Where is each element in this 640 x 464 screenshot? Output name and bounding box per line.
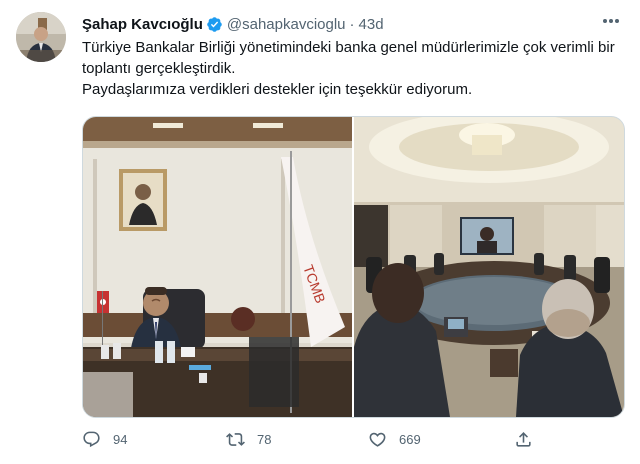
retweet-count: 78 [257, 431, 272, 447]
tweet-photo-meeting[interactable]: TCMB [83, 117, 352, 417]
tweet-media: TCMB [82, 116, 625, 418]
retweet-icon [226, 432, 245, 446]
retweet-button[interactable]: 78 [226, 428, 271, 450]
tweet-text: Türkiye Bankalar Birliği yönetimindeki b… [82, 37, 627, 100]
avatar-image [16, 12, 66, 62]
tweet-card[interactable]: Şahap Kavcıoğlu @sahapkavcioglu · 43d Tü… [0, 0, 640, 464]
tweet-text-line: Paydaşlarımıza verdikleri destekler için… [82, 81, 473, 98]
tweet-text-line: Türkiye Bankalar Birliği yönetimindeki b… [82, 39, 615, 77]
like-count: 669 [399, 431, 421, 447]
like-icon [369, 432, 386, 447]
tweet-photo-conference-room[interactable] [354, 117, 624, 417]
tweet-timestamp[interactable]: 43d [359, 16, 384, 33]
avatar[interactable] [16, 12, 66, 62]
more-options-icon[interactable] [600, 12, 622, 30]
author-handle[interactable]: @sahapkavcioglu [227, 16, 346, 33]
reply-button[interactable]: 94 [82, 428, 127, 450]
share-icon [516, 431, 531, 447]
tweet-actions: 94 78 669 [82, 428, 542, 450]
reply-icon [83, 431, 100, 447]
verified-badge-icon [207, 16, 222, 32]
tweet-header: Şahap Kavcıoğlu @sahapkavcioglu · 43d [82, 14, 620, 34]
author-name[interactable]: Şahap Kavcıoğlu [82, 16, 203, 33]
like-button[interactable]: 669 [368, 428, 421, 450]
share-button[interactable] [514, 428, 545, 450]
reply-count: 94 [113, 431, 128, 447]
header-separator: · [349, 15, 355, 33]
